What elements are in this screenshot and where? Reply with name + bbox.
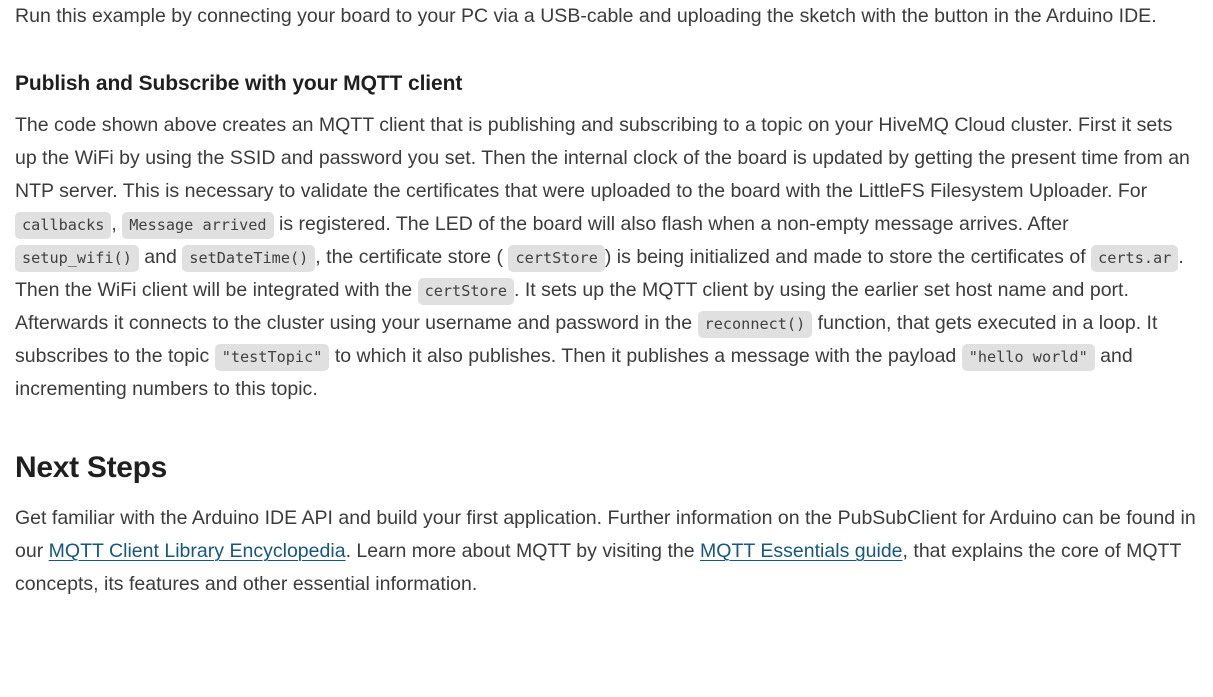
code-hello-world: "hello world" [961,344,1095,371]
publish-subscribe-paragraph: The code shown above creates an MQTT cli… [15,109,1197,406]
spacer-after-intro [15,33,1197,71]
code-reconnect: reconnect() [697,311,813,338]
code-certs-ar: certs.ar [1091,245,1179,272]
code-setup-wifi: setup_wifi() [15,245,139,272]
paragraph-text-segment: ) is being initialized and made to store… [604,246,1092,268]
code-certstore-1: certStore [508,245,605,272]
intro-paragraph: Run this example by connecting your boar… [15,5,1157,27]
spacer-after-publish-heading [15,97,1197,109]
spacer-after-publish-body [15,406,1197,450]
paragraph-text-segment: , the certificate store ( [315,246,504,268]
documentation-page: Run this example by connecting your boar… [0,0,1213,601]
paragraph-text-segment: The code shown above creates an MQTT cli… [15,114,1190,202]
mqtt-client-library-encyclopedia-link[interactable]: MQTT Client Library Encyclopedia [49,540,346,562]
code-certstore-2: certStore [417,278,514,305]
spacer-after-next-steps-heading [15,486,1197,502]
paragraph-text-segment: . Learn more about MQTT by visiting the [345,540,701,562]
code-message-arrived: Message arrived [122,212,274,239]
next-steps-heading: Next Steps [15,451,168,484]
paragraph-text-segment: to which it also publishes. Then it publ… [329,345,962,367]
next-steps-paragraph: Get familiar with the Arduino IDE API an… [15,502,1197,601]
paragraph-text-segment: , [111,213,117,235]
paragraph-text-segment: is registered. The LED of the board will… [273,213,1069,235]
code-callbacks: callbacks [15,212,112,239]
paragraph-text-segment: and [144,246,177,268]
mqtt-essentials-guide-link[interactable]: MQTT Essentials guide [700,540,903,562]
code-set-date-time: setDateTime() [182,245,316,272]
code-test-topic: "testTopic" [214,344,330,371]
publish-subscribe-heading: Publish and Subscribe with your MQTT cli… [15,72,463,95]
